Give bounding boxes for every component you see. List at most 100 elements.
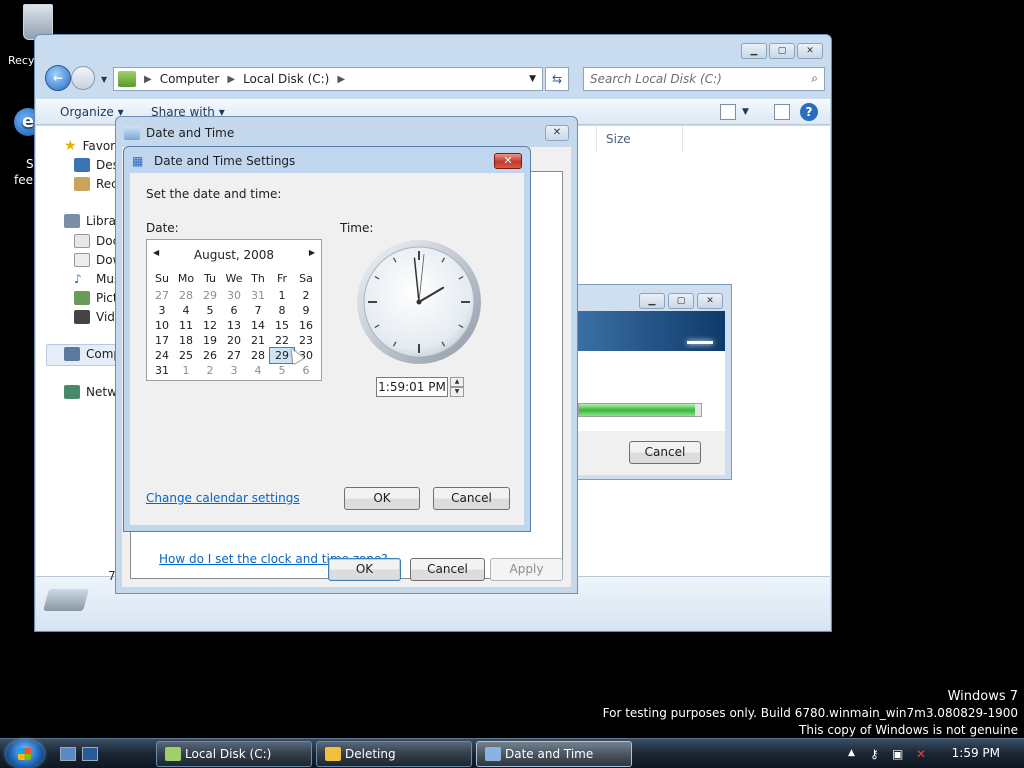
search-icon[interactable]: ⌕ xyxy=(811,71,818,86)
calendar-day[interactable]: 17 xyxy=(150,333,174,348)
time-up-arrow-icon[interactable]: ▲ xyxy=(450,377,464,387)
address-bar[interactable]: ▶ Computer ▶ Local Disk (C:) ▶ ▼ xyxy=(113,67,543,91)
time-input[interactable]: 1:59:01 PM xyxy=(376,377,448,397)
calendar-day[interactable]: 8 xyxy=(270,303,294,318)
change-calendar-settings-link[interactable]: Change calendar settings xyxy=(146,491,300,505)
calendar-day[interactable]: 24 xyxy=(150,348,174,363)
nav-item-music[interactable]: ♪ Mus xyxy=(74,272,120,286)
calendar-day[interactable]: 3 xyxy=(150,303,174,318)
calendar-day[interactable]: 5 xyxy=(270,363,294,378)
calendar-day[interactable]: 26 xyxy=(198,348,222,363)
breadcrumb-local-disk[interactable]: Local Disk (C:) xyxy=(243,72,329,86)
close-button[interactable]: ✕ xyxy=(545,125,569,141)
minimize-button[interactable]: ▁ xyxy=(639,293,665,309)
time-down-arrow-icon[interactable]: ▼ xyxy=(450,387,464,397)
taskbar-clock[interactable]: 1:59 PM xyxy=(952,746,1000,760)
calendar-day[interactable]: 9 xyxy=(294,303,318,318)
network-icon[interactable]: ⚷ xyxy=(870,747,879,761)
nav-item-computer[interactable]: Comp xyxy=(64,347,121,361)
calendar-day[interactable]: 23 xyxy=(294,333,318,348)
calendar-day[interactable]: 6 xyxy=(294,363,318,378)
show-hidden-icons-icon[interactable]: ▲ xyxy=(848,748,855,758)
nav-item-favorites[interactable]: ★ Favori xyxy=(64,138,118,154)
back-arrow-icon[interactable]: ← xyxy=(45,65,71,91)
calendar-day[interactable]: 11 xyxy=(174,318,198,333)
calendar-day[interactable]: 21 xyxy=(246,333,270,348)
calendar-day[interactable]: 2 xyxy=(294,288,318,303)
change-view-icon[interactable] xyxy=(720,104,736,120)
calendar-day[interactable]: 28 xyxy=(174,288,198,303)
calendar-day[interactable]: 6 xyxy=(222,303,246,318)
calendar-day[interactable]: 14 xyxy=(246,318,270,333)
maximize-button[interactable]: ▢ xyxy=(769,43,795,59)
calendar-day[interactable]: 4 xyxy=(174,303,198,318)
calendar-day[interactable]: 28 xyxy=(246,348,270,363)
calendar-day[interactable]: 22 xyxy=(270,333,294,348)
ok-button[interactable]: OK xyxy=(344,487,420,510)
calendar-day[interactable]: 18 xyxy=(174,333,198,348)
dialog-panel: Set the date and time: Date: Time: ◀ Aug… xyxy=(130,173,524,525)
calendar-day[interactable]: 27 xyxy=(150,288,174,303)
calendar-day[interactable]: 13 xyxy=(222,318,246,333)
ok-button[interactable]: OK xyxy=(328,558,401,581)
calendar-day[interactable]: 4 xyxy=(246,363,270,378)
calendar-day[interactable]: 30 xyxy=(222,288,246,303)
next-month-icon[interactable]: ▶ xyxy=(309,248,315,257)
close-button[interactable]: ✕ xyxy=(797,43,823,59)
calendar-day[interactable]: 2 xyxy=(198,363,222,378)
build-watermark: Windows 7 For testing purposes only. Bui… xyxy=(603,688,1018,739)
close-button[interactable]: ✕ xyxy=(697,293,723,309)
day-of-week-label: Sa xyxy=(299,272,313,285)
organize-menu[interactable]: Organize ▾ xyxy=(60,105,124,119)
refresh-icon[interactable]: ⇆ xyxy=(545,67,569,91)
calendar-day[interactable]: 20 xyxy=(222,333,246,348)
day-of-week-label: Mo xyxy=(177,272,195,285)
nav-item-pictures[interactable]: Pict xyxy=(74,291,118,305)
action-center-icon[interactable]: ▣ xyxy=(892,747,903,761)
calendar-day[interactable]: 15 xyxy=(270,318,294,333)
calendar-day[interactable]: 12 xyxy=(198,318,222,333)
calendar-days-grid: 27 28 29 30 31 1 2 3 4 5 6 7 8 9 10 11 12 13 14 15 16 17 18 19 2… xyxy=(150,288,318,378)
taskbar-item-deleting[interactable]: Deleting xyxy=(316,741,472,767)
calendar-day[interactable]: 31 xyxy=(150,363,174,378)
calendar-day[interactable]: 1 xyxy=(270,288,294,303)
preview-pane-icon[interactable] xyxy=(774,104,790,120)
show-desktop-icon[interactable] xyxy=(60,747,76,761)
taskbar-item-local-disk[interactable]: Local Disk (C:) xyxy=(156,741,312,767)
calendar-day[interactable]: 1 xyxy=(174,363,198,378)
start-button-icon[interactable] xyxy=(6,740,44,768)
view-options-chevron-icon[interactable]: ▼ xyxy=(742,107,749,117)
breadcrumb-computer[interactable]: Computer xyxy=(160,72,220,86)
cancel-button[interactable]: Cancel xyxy=(433,487,510,510)
calendar-day[interactable]: 10 xyxy=(150,318,174,333)
apply-button[interactable]: Apply xyxy=(490,558,563,581)
calendar-day[interactable]: 31 xyxy=(246,288,270,303)
calendar-day[interactable]: 16 xyxy=(294,318,318,333)
calendar-day[interactable]: 5 xyxy=(198,303,222,318)
calendar-day[interactable]: 25 xyxy=(174,348,198,363)
volume-muted-icon[interactable]: ✕ xyxy=(916,747,926,761)
search-input[interactable]: Search Local Disk (C:) ⌕ xyxy=(583,67,825,91)
close-button[interactable]: ✕ xyxy=(494,153,522,169)
deleting-cancel-button[interactable]: Cancel xyxy=(629,441,701,464)
taskbar-item-date-and-time[interactable]: Date and Time xyxy=(476,741,632,767)
switch-windows-icon[interactable] xyxy=(82,747,98,761)
calendar-day[interactable]: 3 xyxy=(222,363,246,378)
recent-pages-chevron-icon[interactable]: ▼ xyxy=(101,75,107,84)
maximize-button[interactable]: ▢ xyxy=(668,293,694,309)
nav-item-libraries[interactable]: Librar xyxy=(64,214,121,228)
address-dropdown-icon[interactable]: ▼ xyxy=(529,74,536,84)
nav-item-documents[interactable]: Doc xyxy=(74,234,119,248)
minimize-button[interactable]: ▁ xyxy=(741,43,767,59)
calendar-month-title[interactable]: August, 2008 xyxy=(147,248,321,262)
calendar-day[interactable]: 19 xyxy=(198,333,222,348)
cancel-button[interactable]: Cancel xyxy=(410,558,485,581)
calendar-day[interactable]: 29 xyxy=(198,288,222,303)
calendar-day[interactable]: 7 xyxy=(246,303,270,318)
column-divider xyxy=(682,126,683,152)
day-of-week-label: We xyxy=(225,272,243,285)
calendar-day[interactable]: 27 xyxy=(222,348,246,363)
column-header-size[interactable]: Size xyxy=(606,132,631,146)
help-icon[interactable]: ? xyxy=(800,103,818,121)
forward-arrow-icon[interactable] xyxy=(71,66,95,90)
